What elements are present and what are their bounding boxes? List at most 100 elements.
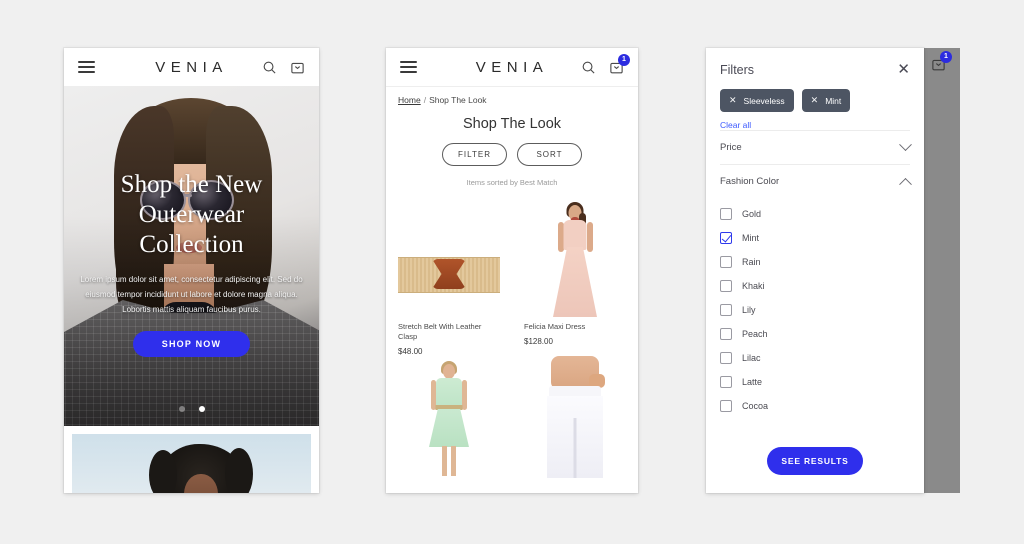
chip-label: Mint — [825, 95, 842, 106]
search-icon[interactable] — [581, 60, 596, 75]
cart-icon-inner[interactable]: 1 — [931, 51, 952, 72]
hero-title-line-1: Shop the New — [120, 171, 263, 198]
product-card[interactable]: Felicia Maxi Dress $128.00 — [512, 195, 638, 356]
color-option-label: Lily — [742, 305, 756, 315]
product-image-mint-dress — [398, 356, 500, 478]
carousel-dots — [64, 406, 319, 412]
hero-body-text: Lorem ipsum dolor sit amet, consectetur … — [80, 275, 303, 314]
carousel-dot-2[interactable] — [198, 406, 205, 412]
clear-all-link[interactable]: Clear all — [706, 112, 924, 130]
color-option-label: Peach — [742, 329, 768, 339]
phone-home-screen: VENIA Shop the New Outerwear Collection … — [64, 48, 319, 493]
active-filter-chips: ✕ Sleeveless ✕ Mint — [706, 77, 924, 112]
color-option-lily[interactable]: Lily — [720, 298, 910, 322]
cart-badge-count: 1 — [940, 51, 952, 63]
breadcrumb-home-link[interactable]: Home — [398, 95, 421, 105]
app-bar-home: VENIA — [64, 48, 319, 86]
checkbox[interactable] — [720, 208, 732, 220]
filter-section-fashion-color[interactable]: Fashion Color — [720, 164, 912, 198]
breadcrumb-separator: / — [423, 95, 427, 105]
color-option-gold[interactable]: Gold — [720, 202, 910, 226]
secondary-banner[interactable] — [72, 434, 311, 493]
color-option-lilac[interactable]: Lilac — [720, 346, 910, 370]
checkbox[interactable] — [720, 400, 732, 412]
checkbox-checked[interactable] — [720, 232, 732, 244]
checkbox[interactable] — [720, 304, 732, 316]
color-option-label: Latte — [742, 377, 763, 387]
chip-label: Sleeveless — [743, 95, 785, 106]
color-option-latte[interactable]: Latte — [720, 370, 910, 394]
cart-badge-count: 1 — [618, 53, 630, 66]
color-option-mint[interactable]: Mint — [720, 226, 910, 250]
cart-icon[interactable]: 1 — [931, 51, 952, 72]
color-option-label: Gold — [742, 209, 762, 219]
checkbox[interactable] — [720, 376, 732, 388]
remove-chip-icon[interactable]: ✕ — [729, 95, 737, 106]
checkbox[interactable] — [720, 280, 732, 292]
product-image-white-pants — [524, 356, 626, 478]
product-image-maxi-dress — [524, 195, 626, 317]
color-option-label: Rain — [742, 257, 761, 267]
page-title: Shop The Look — [462, 116, 562, 132]
checkbox[interactable] — [720, 352, 732, 364]
hero-copy: Shop the New Outerwear Collection Lorem … — [64, 170, 319, 357]
checkbox[interactable] — [720, 256, 732, 268]
sort-button[interactable]: SORT — [517, 143, 582, 166]
cart-icon[interactable] — [290, 60, 305, 75]
screenshot-stage: VENIA Shop the New Outerwear Collection … — [0, 0, 1024, 544]
color-option-cocoa[interactable]: Cocoa — [720, 394, 910, 418]
hero-title-line-2: Outerwear — [138, 201, 245, 228]
chevron-up-icon[interactable] — [899, 177, 912, 191]
hero-title: Shop the New Outerwear Collection — [74, 170, 309, 260]
cart-icon[interactable]: 1 — [609, 53, 630, 75]
filter-button[interactable]: FILTER — [442, 143, 507, 166]
product-price: $48.00 — [398, 347, 423, 356]
hamburger-icon[interactable] — [400, 61, 417, 73]
phone-filters-screen: Filters ✕ ✕ Sleeveless ✕ Mint Clear all … — [706, 48, 924, 493]
search-icon[interactable] — [262, 60, 277, 75]
carousel-dot-1[interactable] — [178, 406, 185, 412]
filter-sort-controls: FILTER SORT — [386, 143, 638, 166]
app-bar-plp: VENIA 1 — [386, 48, 638, 86]
product-grid: Stretch Belt With Leather Clasp $48.00 F… — [386, 195, 638, 483]
color-option-peach[interactable]: Peach — [720, 322, 910, 346]
product-name: Stretch Belt With Leather Clasp — [398, 322, 482, 341]
color-option-khaki[interactable]: Khaki — [720, 274, 910, 298]
checkbox[interactable] — [720, 328, 732, 340]
filters-title: Filters — [720, 62, 755, 77]
close-icon[interactable]: ✕ — [897, 62, 910, 77]
product-image-belt — [398, 195, 500, 317]
filter-chip-sleeveless[interactable]: ✕ Sleeveless — [720, 89, 794, 112]
color-options-scroll[interactable]: Gold Mint Rain Khaki Lily Peach Lilac La… — [706, 198, 924, 418]
app-bar-actions — [262, 60, 305, 75]
hero-carousel[interactable]: Shop the New Outerwear Collection Lorem … — [64, 86, 319, 426]
phone-product-list-screen: VENIA 1 Home / Shop The Look Shop The Lo… — [386, 48, 638, 493]
product-card[interactable] — [386, 356, 512, 483]
chevron-down-icon[interactable] — [899, 138, 912, 152]
color-option-label: Mint — [742, 233, 760, 243]
filters-page-dim-overlay — [924, 48, 960, 493]
filter-section-price[interactable]: Price — [720, 130, 912, 164]
filters-header: Filters ✕ — [706, 48, 924, 77]
color-option-rain[interactable]: Rain — [720, 250, 910, 274]
see-results-footer: SEE RESULTS — [706, 433, 924, 493]
remove-chip-icon[interactable]: ✕ — [811, 95, 819, 106]
breadcrumb-current: Shop The Look — [429, 95, 487, 105]
breadcrumb: Home / Shop The Look — [386, 86, 638, 111]
filter-section-label: Price — [720, 142, 742, 153]
color-options-list: Gold Mint Rain Khaki Lily Peach Lilac La… — [706, 198, 924, 418]
product-card[interactable]: Stretch Belt With Leather Clasp $48.00 — [386, 195, 512, 356]
product-name: Felicia Maxi Dress — [524, 322, 586, 331]
color-option-label: Khaki — [742, 281, 765, 291]
product-card[interactable] — [512, 356, 638, 483]
app-bar-actions: 1 — [581, 53, 630, 75]
shop-now-button[interactable]: SHOP NOW — [133, 331, 250, 357]
see-results-button[interactable]: SEE RESULTS — [767, 447, 863, 475]
sort-status-text: Items sorted by Best Match — [466, 178, 558, 187]
hero-title-line-3: Collection — [139, 231, 244, 258]
product-price: $128.00 — [524, 337, 553, 346]
filter-chip-mint[interactable]: ✕ Mint — [801, 89, 851, 112]
color-option-label: Cocoa — [742, 401, 769, 411]
hamburger-icon[interactable] — [78, 61, 95, 73]
filter-section-label: Fashion Color — [720, 176, 780, 187]
